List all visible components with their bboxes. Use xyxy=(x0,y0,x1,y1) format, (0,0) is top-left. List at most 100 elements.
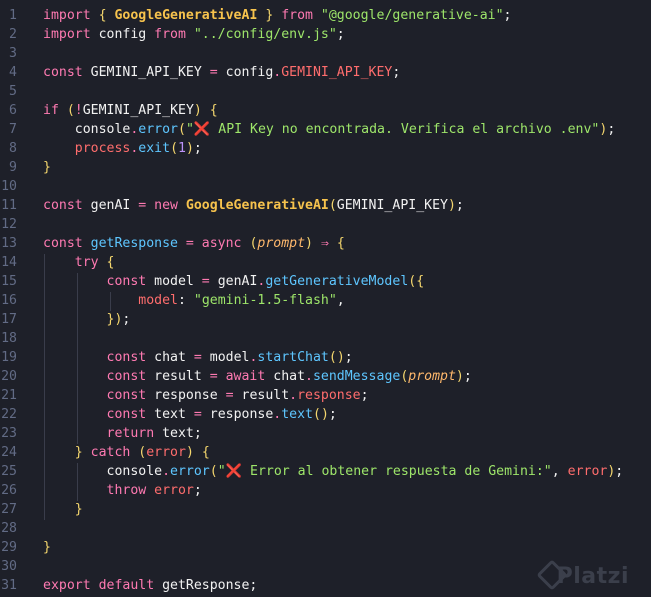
code-token: export default xyxy=(43,578,163,593)
code-line[interactable]: 10 xyxy=(0,177,651,196)
code-token: } xyxy=(43,540,51,555)
code-editor[interactable]: 1 import { GoogleGenerativeAI } from "@go… xyxy=(0,0,651,597)
code-line[interactable]: 23 return text; xyxy=(0,424,651,443)
code-line[interactable]: 20 const result = await chat.sendMessage… xyxy=(0,367,651,386)
line-number: 7 xyxy=(9,122,17,137)
code-line[interactable]: 12 xyxy=(0,215,651,234)
code-token: throw xyxy=(43,483,155,498)
code-token: error xyxy=(146,445,186,460)
code-token: ) xyxy=(455,369,464,384)
code-line[interactable]: 19 const chat = model.startChat(); xyxy=(0,348,651,367)
code-text: } xyxy=(43,158,51,177)
code-token: ; xyxy=(344,350,353,365)
code-token: config xyxy=(98,27,155,42)
code-line[interactable]: 8 process.exit(1); xyxy=(0,139,651,158)
code-line[interactable]: 17 }); xyxy=(0,310,651,329)
code-line[interactable]: 27 } xyxy=(0,500,651,519)
line-number: 12 xyxy=(1,217,17,232)
code-line[interactable]: 7 console.error("❌ API Key no encontrada… xyxy=(0,120,651,139)
code-token: import xyxy=(43,8,99,23)
code-token: ! xyxy=(74,103,83,118)
code-token: . xyxy=(289,388,298,403)
code-line[interactable]: 2 import config from "../config/env.js"; xyxy=(0,25,651,44)
line-number: 27 xyxy=(1,502,17,517)
code-token: . xyxy=(305,369,313,384)
code-line[interactable]: 29} xyxy=(0,538,651,557)
code-token: ( xyxy=(170,141,179,156)
line-number: 18 xyxy=(1,331,17,346)
code-token: ; xyxy=(336,27,345,42)
code-token: } xyxy=(257,8,274,23)
code-line[interactable]: 9} xyxy=(0,158,651,177)
platzi-watermark: Platzi xyxy=(556,564,629,589)
code-token: ) xyxy=(185,141,194,156)
code-token: : xyxy=(177,293,194,308)
code-text: const chat = model.startChat(); xyxy=(43,348,353,367)
code-token: = xyxy=(193,407,210,422)
code-token: const xyxy=(43,65,91,80)
code-line[interactable]: 28 xyxy=(0,519,651,538)
code-token: GEMINI_API_KEY xyxy=(82,103,194,118)
code-token: ) { xyxy=(185,445,210,460)
code-line[interactable]: 24 } catch (error) { xyxy=(0,443,651,462)
code-line[interactable]: 15 const model = genAI.getGenerativeMode… xyxy=(0,272,651,291)
code-line[interactable]: 4 const GEMINI_API_KEY = config.GEMINI_AP… xyxy=(0,63,651,82)
code-line[interactable]: 18 xyxy=(0,329,651,348)
code-line[interactable]: 1 import { GoogleGenerativeAI } from "@go… xyxy=(0,6,651,25)
code-text: const text = response.text(); xyxy=(43,405,337,424)
code-token: result xyxy=(241,388,290,403)
code-token: const xyxy=(43,274,155,289)
line-number: 16 xyxy=(1,293,17,308)
code-token: ( xyxy=(209,464,218,479)
code-line[interactable]: 14 try { xyxy=(0,253,651,272)
code-token: { xyxy=(336,236,345,251)
code-text: } xyxy=(43,500,83,519)
code-text: } catch (error) { xyxy=(43,443,210,462)
code-text: } xyxy=(43,538,51,557)
code-token: console xyxy=(43,464,163,479)
code-token: ) { xyxy=(193,103,218,118)
code-token: sendMessage xyxy=(312,369,401,384)
code-line[interactable]: 25 console.error("❌ Error al obtener res… xyxy=(0,462,651,481)
code-line[interactable]: 22 const text = response.text(); xyxy=(0,405,651,424)
line-number: 20 xyxy=(1,369,17,384)
code-token: prompt xyxy=(257,236,306,251)
line-number: 6 xyxy=(9,103,17,118)
code-token: GoogleGenerativeAI xyxy=(185,198,329,213)
code-token: = new xyxy=(138,198,186,213)
code-line[interactable]: 16 model: "gemini-1.5-flash", xyxy=(0,291,651,310)
code-token: const xyxy=(43,407,155,422)
code-text: throw error; xyxy=(43,481,202,500)
code-line[interactable]: 26 throw error; xyxy=(0,481,651,500)
line-number: 22 xyxy=(1,407,17,422)
code-token: const xyxy=(43,236,91,251)
code-text: const GEMINI_API_KEY = config.GEMINI_API… xyxy=(43,63,400,82)
code-token: } xyxy=(43,502,83,517)
code-line[interactable]: 3 xyxy=(0,44,651,63)
code-token: ; xyxy=(607,122,616,137)
code-line[interactable]: 21 const response = result.response; xyxy=(0,386,651,405)
line-number: 19 xyxy=(1,350,17,365)
line-number: 26 xyxy=(1,483,17,498)
code-line[interactable]: 6 if (!GEMINI_API_KEY) { xyxy=(0,101,651,120)
code-token: prompt xyxy=(408,369,456,384)
code-token: ; xyxy=(615,464,624,479)
code-token: Error al obtener respuesta de Gemini:" xyxy=(242,464,552,479)
line-number: 17 xyxy=(1,312,17,327)
code-token: GEMINI_API_KEY xyxy=(336,198,448,213)
code-line[interactable]: 11 const genAI = new GoogleGenerativeAI(G… xyxy=(0,196,651,215)
code-line[interactable]: 13 const getResponse = async (prompt) ⇒ { xyxy=(0,234,651,253)
code-token: chat xyxy=(273,369,306,384)
code-token: model xyxy=(209,350,250,365)
code-line[interactable]: 5 xyxy=(0,82,651,101)
code-token: response xyxy=(297,388,361,403)
code-token: config xyxy=(225,65,274,80)
code-token: ; xyxy=(328,407,337,422)
code-token: ) xyxy=(305,236,321,251)
line-number: 3 xyxy=(9,46,17,61)
code-token: }) xyxy=(106,312,123,327)
code-text: const genAI = new GoogleGenerativeAI(GEM… xyxy=(43,196,464,215)
code-text: export default getResponse; xyxy=(43,576,257,595)
code-token: ❌ xyxy=(193,122,211,137)
